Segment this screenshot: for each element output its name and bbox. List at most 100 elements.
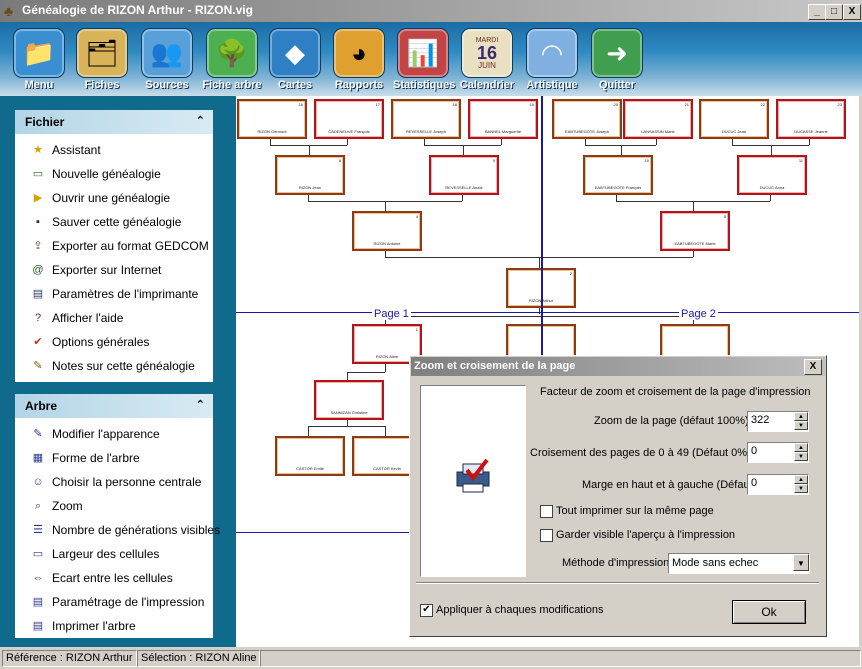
person-cell[interactable]: 5 EABTUBEGOTE Marie (660, 211, 730, 251)
person-cell[interactable]: 19 BANNEL Marguerite (468, 99, 538, 139)
sidebar-item-imprimer-l-arbre[interactable]: ▤ Imprimer l'arbre (15, 614, 213, 638)
person-cell[interactable]: 21 LANSASSIN Marie (623, 99, 693, 139)
keep-preview-checkbox[interactable] (540, 529, 553, 542)
overlap-value: 0 (751, 445, 758, 457)
apply-label: Appliquer à chaques modifications (436, 604, 604, 616)
person-cell[interactable]: CASTOR Emile (275, 436, 345, 476)
collapse-chevron-icon[interactable]: ⌃ (196, 398, 205, 411)
person-cell[interactable]: 22 DUCUC Jean (699, 99, 769, 139)
sidebar-item-param-tres-de-l-imprimante[interactable]: ▤ Paramètres de l'imprimante (15, 282, 213, 306)
sidebar-item-zoom[interactable]: ⌕ Zoom (15, 494, 213, 518)
open-folder-icon: ▶ (33, 192, 43, 204)
sidebar-item-notes-sur-cette-g-n-alogie[interactable]: ✎ Notes sur cette généalogie (15, 354, 213, 378)
person-cell[interactable]: 9 REVESSELLE Anaïs (429, 155, 499, 195)
ok-button[interactable]: Ok (732, 600, 806, 624)
tree-shape-icon: ▦ (32, 452, 44, 464)
margin-value: 0 (751, 477, 758, 489)
toolbar-sources-button[interactable]: 👥 Sources (137, 28, 197, 96)
arbre-panel-title: Arbre (25, 399, 58, 413)
toolbar-fiches-button[interactable]: 🗂 Fiches (72, 28, 132, 96)
person-cell[interactable]: 8 RIZON Jean (275, 155, 345, 195)
toolbar-rapports-button[interactable]: ◕ Rapports (329, 28, 389, 96)
sidebar-item-label: Forme de l'arbre (52, 451, 140, 465)
toolbar-label: Menu (24, 79, 54, 91)
collapse-chevron-icon[interactable]: ⌃ (196, 114, 205, 127)
margin-spinner[interactable]: 0 ▲ ▼ (747, 474, 809, 495)
overlap-spinner[interactable]: 0 ▲ ▼ (747, 442, 809, 463)
spin-down-icon[interactable]: ▼ (794, 484, 808, 493)
sidebar-item-largeur-des-cellules[interactable]: ▭ Largeur des cellules (15, 542, 213, 566)
sidebar-item-sauver-cette-g-n-alogie[interactable]: ▪ Sauver cette généalogie (15, 210, 213, 234)
toolbar-menu-button[interactable]: 📁 Menu (9, 28, 69, 96)
printer-icon: ▤ (32, 288, 44, 300)
sidebar-item-assistant[interactable]: ★ Assistant (15, 138, 213, 162)
tree-connector (308, 426, 385, 427)
sidebar-item-ouvrir-une-g-n-alogie[interactable]: ▶ Ouvrir une généalogie (15, 186, 213, 210)
arbre-panel-header[interactable]: Arbre ⌃ (15, 394, 213, 418)
person-number: 18 (452, 102, 457, 107)
zoom-icon: ⌕ (34, 500, 42, 512)
sidebar-item-label: Options générales (52, 335, 150, 349)
sidebar-item-nombre-de-g-n-rations-visibles[interactable]: ☰ Nombre de générations visibles (15, 518, 220, 542)
zoom-spinner[interactable]: 322 ▲ ▼ (747, 411, 809, 432)
spin-up-icon[interactable]: ▲ (794, 412, 808, 421)
sidebar-item-exporter-sur-internet[interactable]: @ Exporter sur Internet (15, 258, 213, 282)
toolbar-statistiques-button[interactable]: 📊 Statistiques (393, 28, 456, 96)
sidebar-item-nouvelle-g-n-alogie[interactable]: ▭ Nouvelle généalogie (15, 162, 213, 186)
person-cell[interactable]: 20 EABTUBEGOTE Joseph (552, 99, 622, 139)
dialog-close-button[interactable]: X (804, 359, 822, 375)
person-cell[interactable]: SANNIZAN Christine (314, 380, 384, 420)
sidebar-item-modifier-l-apparence[interactable]: ✎ Modifier l'apparence (15, 422, 213, 446)
person-cell[interactable]: 17 CADENEUVE François (314, 99, 384, 139)
sidebar-item-afficher-l-aide[interactable]: ? Afficher l'aide (15, 306, 213, 330)
sidebar-item-exporter-au-format-gedcom[interactable]: ⇪ Exporter au format GEDCOM (15, 234, 213, 258)
spin-down-icon[interactable]: ▼ (794, 452, 808, 461)
app-window: ♣ Généalogie de RIZON Arthur - RIZON.vig… (0, 0, 862, 669)
arbre-panel: Arbre ⌃ ✎ Modifier l'apparence ▦ Forme de l… (15, 394, 220, 638)
france-map-icon: ◆ (269, 28, 321, 78)
spin-up-icon[interactable]: ▲ (794, 475, 808, 484)
sidebar-item-label: Afficher l'aide (52, 311, 124, 325)
sidebar-item-ecart-entre-les-cellules[interactable]: ⇔ Ecart entre les cellules (15, 566, 213, 590)
spin-down-icon[interactable]: ▼ (794, 421, 808, 430)
main-toolbar: 📁 Menu 🗂 Fiches 👥 Sources 🌳 Fiche arbre … (0, 22, 862, 96)
person-cell[interactable]: 16 RIZON Germont (237, 99, 307, 139)
toolbar-calendrier-button[interactable]: MARDI 16 JUIN Calendrier (457, 28, 517, 96)
toolbar-label: Rapports (334, 79, 384, 91)
person-cell[interactable]: 18 REVESSELLE Joseph (391, 99, 461, 139)
cards-icon: 🗂 (76, 28, 128, 78)
apply-checkbox[interactable]: ✔ (420, 604, 433, 617)
sidebar-item-label: Exporter sur Internet (52, 263, 162, 277)
person-cell[interactable]: 10 EABTUBEGOTE François (583, 155, 653, 195)
spin-up-icon[interactable]: ▲ (794, 443, 808, 452)
pie-chart-icon: ◕ (333, 28, 385, 78)
toolbar-artistique-button[interactable]: ◠ Artistique (522, 28, 582, 96)
toolbar-quitter-button[interactable]: ➜ Quitter (587, 28, 647, 96)
person-name: REVESSELLE Anaïs (445, 185, 483, 190)
print-preview (420, 385, 526, 577)
maximize-button[interactable]: □ (825, 4, 843, 20)
chevron-down-icon[interactable]: ▼ (793, 554, 809, 571)
person-cell[interactable]: 11 DUCUC Anna (737, 155, 807, 195)
fichier-panel-header[interactable]: Fichier ⌃ (15, 110, 213, 134)
sidebar-item-forme-de-l-arbre[interactable]: ▦ Forme de l'arbre (15, 446, 213, 470)
sidebar-item-label: Largeur des cellules (52, 547, 160, 561)
tree-connector (347, 372, 348, 380)
person-number: 16 (298, 102, 303, 107)
sidebar-item-options-g-n-rales[interactable]: ✔ Options générales (15, 330, 213, 354)
toolbar-fiche-arbre-button[interactable]: 🌳 Fiche arbre (202, 28, 262, 96)
person-cell[interactable]: 4 RIZON Antoine (352, 211, 422, 251)
toolbar-cartes-button[interactable]: ◆ Cartes (265, 28, 325, 96)
tree-connector (308, 145, 310, 155)
close-button[interactable]: X (843, 4, 861, 20)
save-icon: ▪ (36, 216, 40, 228)
minimize-button[interactable]: _ (808, 4, 826, 20)
notes-icon: ✎ (33, 360, 43, 372)
sidebar-item-param-trage-de-l-impression[interactable]: ▤ Paramétrage de l'impression (15, 590, 213, 614)
print-method-select[interactable]: Mode sans echec ▼ (668, 553, 810, 574)
sidebar-item-choisir-la-personne-centrale[interactable]: ☺ Choisir la personne centrale (15, 470, 213, 494)
print-all-checkbox[interactable] (540, 505, 553, 518)
toolbar-label: Statistiques (393, 79, 456, 91)
status-reference: Référence : RIZON Arthur (2, 650, 137, 667)
person-cell[interactable]: 23 DUCASSE Jeanne (776, 99, 846, 139)
